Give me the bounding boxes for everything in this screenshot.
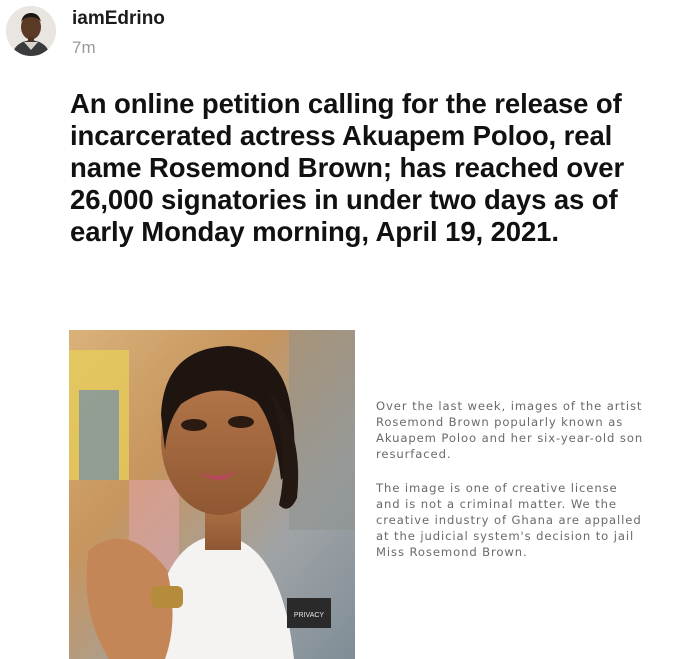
avatar-portrait-icon: [6, 6, 56, 56]
username[interactable]: iamEdrino: [72, 8, 165, 30]
user-avatar[interactable]: [6, 6, 56, 56]
caption-paragraph-1: Over the last week, images of the artist…: [376, 399, 644, 461]
post-text: An online petition calling for the relea…: [70, 88, 625, 247]
post-timestamp: 7m: [72, 38, 96, 57]
caption-paragraph-2: The image is one of creative license and…: [376, 481, 642, 559]
post-header: iamEdrino 7m: [0, 0, 674, 62]
attached-image[interactable]: PRIVACY Over the last week, images of th…: [69, 330, 655, 659]
portrait-photo: PRIVACY: [69, 330, 355, 659]
shirt-print: PRIVACY: [294, 612, 325, 619]
image-caption: Over the last week, images of the artist…: [376, 398, 646, 578]
portrait-illustration: PRIVACY: [69, 330, 355, 659]
